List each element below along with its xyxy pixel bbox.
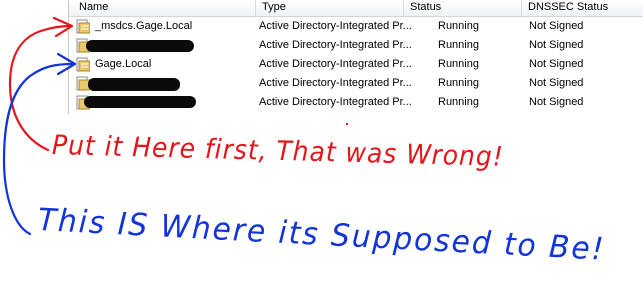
- zone-dnssec: Not Signed: [529, 39, 584, 51]
- zone-type: Active Directory-Integrated Pr...: [259, 77, 412, 89]
- column-header-name[interactable]: Name: [73, 0, 256, 16]
- zone-row[interactable]: Gage.Local Active Directory-Integrated P…: [69, 55, 643, 74]
- zone-type: Active Directory-Integrated Pr...: [259, 20, 412, 32]
- zone-status: Running: [438, 96, 479, 108]
- zone-type: Active Directory-Integrated Pr...: [259, 39, 412, 51]
- blue-handwritten-note: This IS Where its Supposed to Be!: [37, 202, 607, 268]
- redaction-mark: [86, 40, 194, 52]
- zone-status: Running: [438, 77, 479, 89]
- zone-folder-icon: [76, 19, 90, 34]
- column-header-type[interactable]: Type: [256, 0, 404, 16]
- zone-dnssec: Not Signed: [529, 77, 584, 89]
- column-header-dnssec-status[interactable]: DNSSEC Status: [522, 0, 643, 16]
- column-header-status[interactable]: Status: [404, 0, 522, 16]
- zone-type: Active Directory-Integrated Pr...: [259, 58, 412, 70]
- zone-name: _msdcs.Gage.Local: [95, 20, 193, 32]
- stray-ink-dot: [346, 123, 348, 125]
- red-handwritten-note: Put it Here first, That was Wrong!: [51, 130, 505, 173]
- zone-name: Gage.Local: [95, 58, 152, 70]
- zone-status: Running: [438, 39, 479, 51]
- zone-dnssec: Not Signed: [529, 20, 584, 32]
- redaction-mark: [84, 96, 196, 108]
- zone-status: Running: [438, 58, 479, 70]
- zone-dnssec: Not Signed: [529, 58, 584, 70]
- column-header-bar: Name Type Status DNSSEC Status: [69, 0, 643, 17]
- redaction-mark: [88, 78, 180, 91]
- zone-row[interactable]: _msdcs.Gage.Local Active Directory-Integ…: [69, 17, 643, 36]
- zone-status: Running: [438, 20, 479, 32]
- zone-dnssec: Not Signed: [529, 96, 584, 108]
- zone-type: Active Directory-Integrated Pr...: [259, 96, 412, 108]
- zone-folder-icon: [76, 57, 90, 72]
